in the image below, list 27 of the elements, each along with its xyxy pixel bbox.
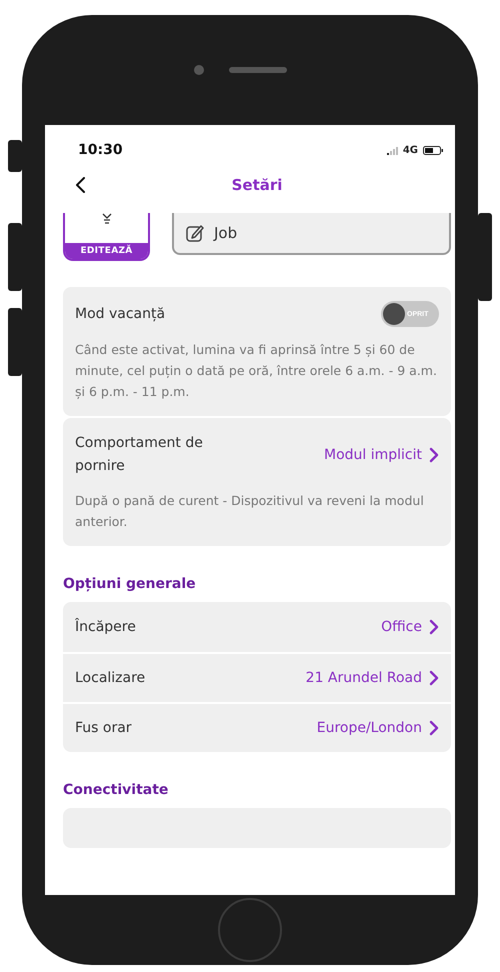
setting-description: Când este activat, lumina va fi aprinsă între 5 și 60 de minute, cel puțin o dată pe oră, între orele 6 a.m. - 9 a.m. și 6 p.m. - 11 p.m.	[75, 341, 438, 401]
screen-title: Setări	[232, 176, 282, 194]
device-name-field[interactable]: Job	[172, 213, 451, 255]
chevron-right-icon	[429, 447, 439, 463]
section-heading: Opțiuni generale	[63, 576, 197, 592]
bulb-base-icon	[102, 213, 112, 224]
camera-icon	[194, 65, 204, 75]
setting-label: Comportament de pornire	[75, 434, 204, 476]
edit-button[interactable]: EDITEAZĂ	[65, 243, 148, 259]
chevron-right-icon	[429, 720, 439, 736]
setting-label: Mod vacanță	[75, 306, 166, 322]
chevron-right-icon	[429, 619, 439, 635]
signal-icon	[386, 146, 398, 154]
speaker-icon	[228, 67, 286, 73]
back-button[interactable]	[75, 177, 86, 193]
network-label: 4G	[402, 144, 418, 156]
chevron-right-icon	[429, 670, 439, 686]
option-row[interactable]: Încăpere Office	[63, 602, 451, 652]
setting-description: După o pană de curent - Dispozitivul va reveni la modul anterior.	[75, 492, 425, 531]
battery-icon	[423, 146, 443, 154]
setting-value-link[interactable]: Modul implicit	[324, 447, 439, 463]
clock-time: 10:30	[78, 142, 123, 158]
edit-icon	[186, 224, 204, 242]
device-tile[interactable]: EDITEAZĂ	[63, 213, 150, 261]
option-row[interactable]: Localizare 21 Arundel Road	[63, 652, 451, 702]
option-row[interactable]: Fus orar Europe/London	[63, 702, 451, 752]
section-heading: Conectivitate	[63, 782, 170, 798]
